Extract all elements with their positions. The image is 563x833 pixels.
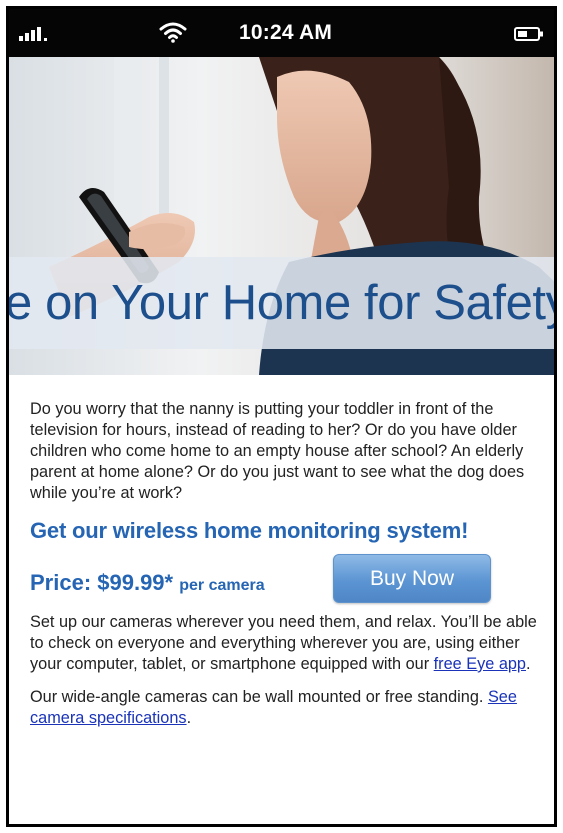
intro-paragraph: Do you worry that the nanny is putting y…: [30, 400, 525, 502]
price-unit: per camera: [179, 577, 265, 594]
price-row: Price: $99.99* per camera Buy Now: [30, 554, 548, 610]
cameras-paragraph: Our wide-angle cameras can be wall mount…: [30, 687, 548, 729]
free-eye-app-link[interactable]: free Eye app: [434, 655, 526, 673]
main-content: Do you worry that the nanny is putting y…: [30, 399, 548, 729]
price: Price: $99.99* per camera: [30, 570, 265, 596]
status-bar: 10:24 AM: [9, 9, 554, 57]
wifi-icon: [159, 21, 187, 43]
cameras-text: Our wide-angle cameras can be wall mount…: [30, 688, 488, 706]
phone-screen: 10:24 AM e on Your Home for Safety Do yo…: [6, 6, 557, 827]
hero-headline: e on Your Home for Safety: [9, 276, 554, 330]
signal-bars-icon: [19, 27, 59, 41]
hero-banner: e on Your Home for Safety: [9, 57, 554, 375]
cta-heading: Get our wireless home monitoring system!: [30, 518, 469, 543]
status-time: 10:24 AM: [239, 21, 333, 44]
cameras-suffix: .: [186, 709, 192, 727]
setup-suffix: .: [525, 655, 531, 673]
price-label: Price: $99.99*: [30, 570, 174, 595]
battery-icon: [514, 27, 544, 41]
buy-now-button[interactable]: Buy Now: [333, 554, 491, 603]
setup-paragraph: Set up our cameras wherever you need the…: [30, 612, 548, 675]
